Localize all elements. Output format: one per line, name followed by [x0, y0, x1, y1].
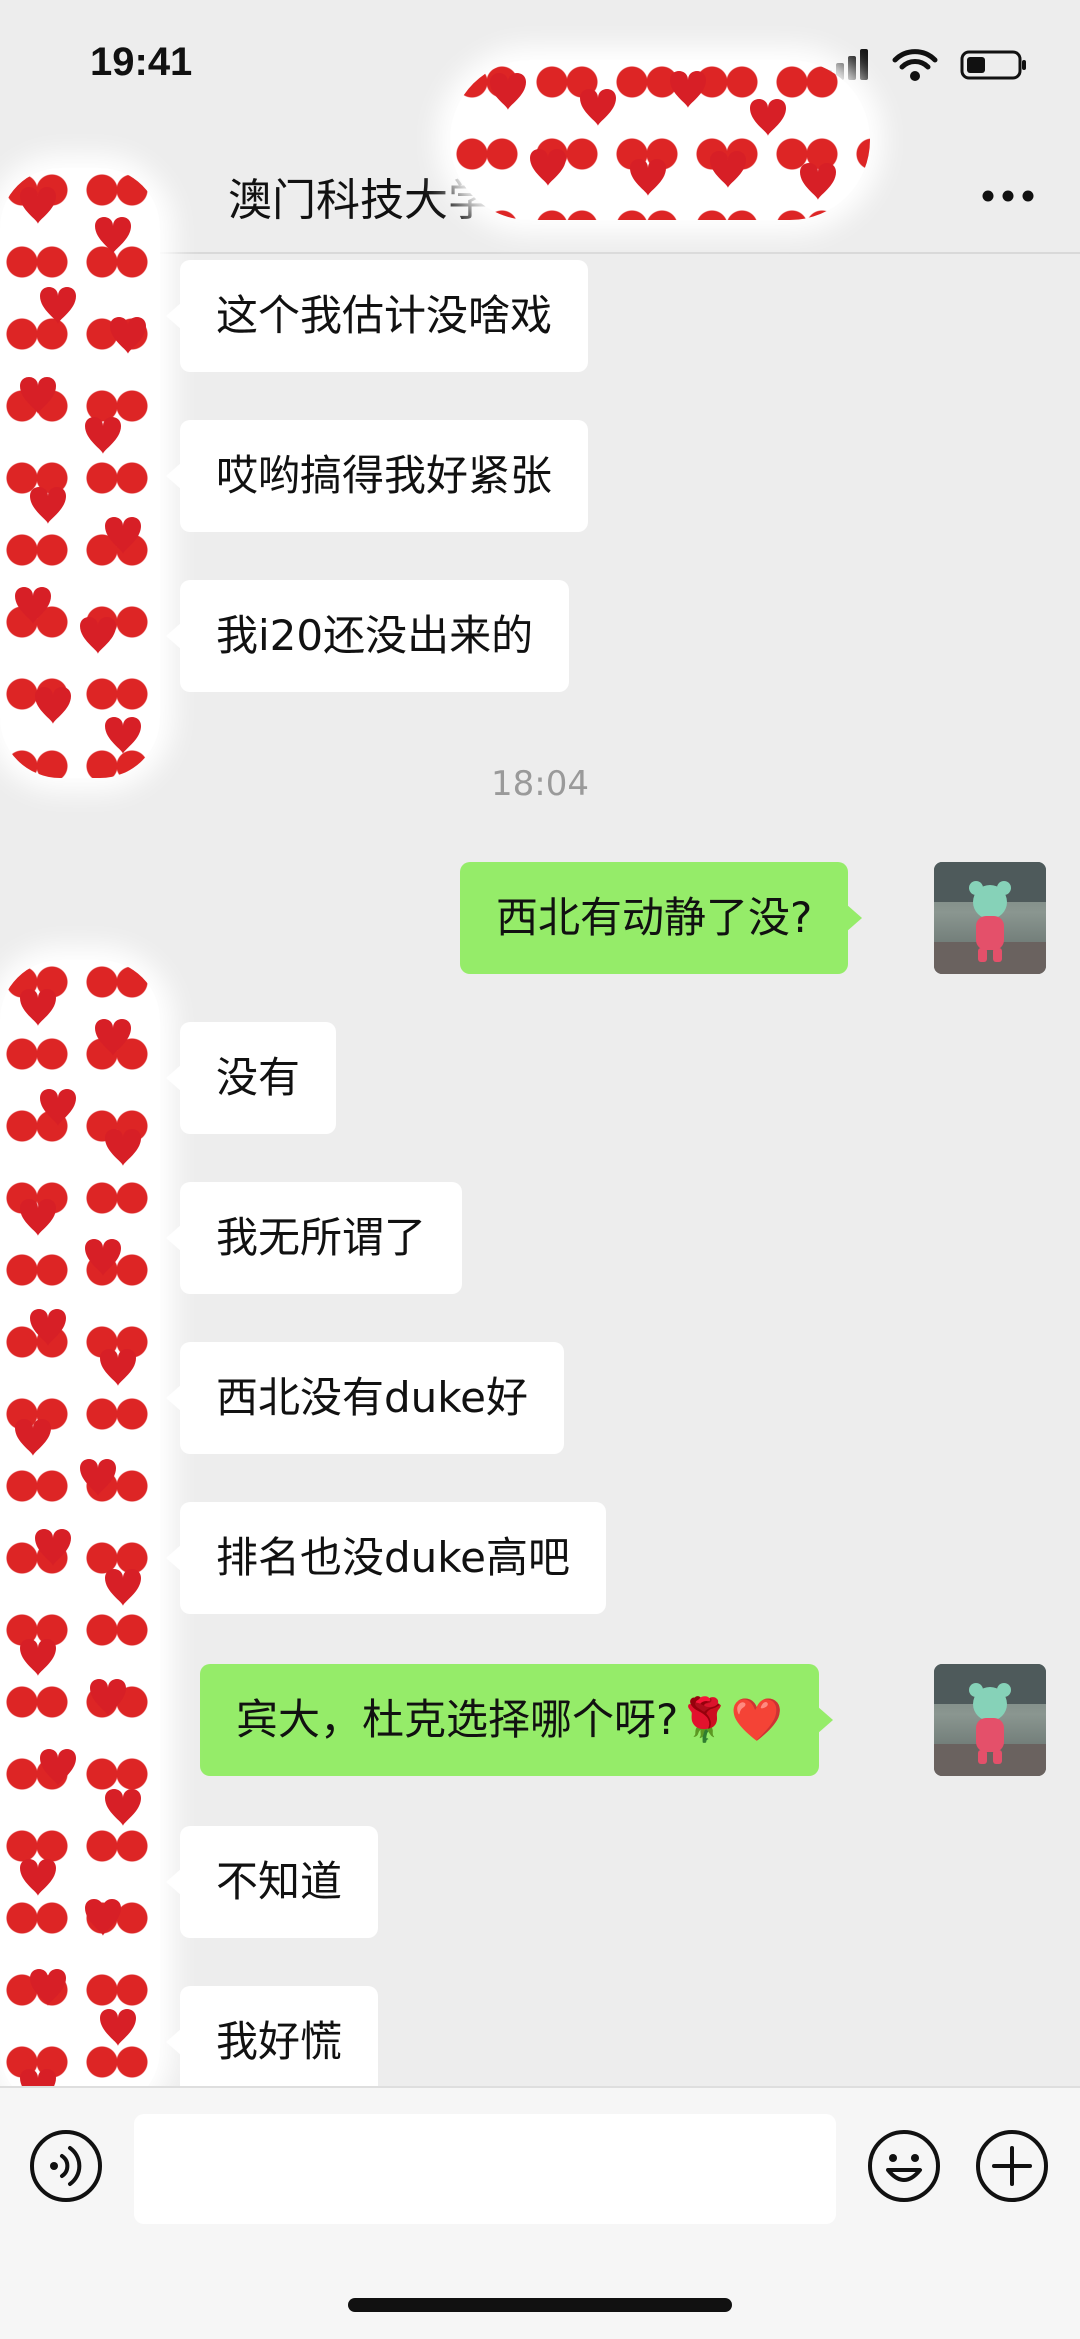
status-time: 19:41 — [90, 40, 193, 84]
message-bubble-incoming[interactable]: 这个我估计没啥戏 — [165, 260, 589, 372]
hearts-cover-blob — [0, 168, 160, 778]
message-bubble-outgoing[interactable]: 西北有动静了没? — [460, 862, 863, 974]
heart-icon — [15, 187, 146, 754]
bear-avatar-image — [934, 1664, 1046, 1776]
message-bubble-incoming[interactable]: 没有 — [165, 1022, 337, 1134]
message-text: 宾大，杜克选择哪个呀? — [236, 1695, 679, 1744]
more-dots-icon[interactable] — [978, 172, 1038, 220]
hearts-cover-blob — [0, 960, 160, 2110]
wifi-icon — [892, 49, 938, 81]
message-text: 我无所谓了 — [216, 1213, 427, 1262]
message-text: 我i20还没出来的 — [216, 611, 534, 660]
chat-title: 澳门科技大学 — [228, 175, 492, 226]
message-text: 这个我估计没啥戏 — [216, 291, 553, 340]
voice-icon[interactable] — [28, 2128, 104, 2204]
message-input[interactable] — [134, 2114, 836, 2224]
message-text: 我好慌 — [216, 2017, 343, 2066]
status-icons — [822, 48, 1028, 82]
rose-heart-emojis: 🌹❤️ — [678, 1695, 783, 1744]
message-bubble-incoming[interactable]: 我无所谓了 — [165, 1182, 463, 1294]
message-text: 西北没有duke好 — [216, 1373, 528, 1422]
home-indicator[interactable] — [348, 2298, 732, 2312]
bear-avatar-icon[interactable] — [934, 862, 1046, 974]
message-bubble-incoming[interactable]: 我i20还没出来的 — [165, 580, 570, 692]
message-bubble-incoming[interactable]: 哎哟搞得我好紧张 — [165, 420, 589, 532]
message-bubble-outgoing[interactable]: 宾大，杜克选择哪个呀?🌹❤️ — [200, 1664, 833, 1776]
message-bubble-incoming[interactable]: 我好慌 — [165, 1986, 379, 2098]
message-text: 不知道 — [216, 1857, 343, 1906]
message-text: 哎哟搞得我好紧张 — [216, 451, 553, 500]
plus-icon[interactable] — [974, 2128, 1050, 2204]
bear-avatar-image — [934, 862, 1046, 974]
message-text: 排名也没duke高吧 — [216, 1533, 570, 1582]
message-timestamp: 18:04 — [491, 764, 589, 804]
message-bubble-incoming[interactable]: 排名也没duke高吧 — [166, 1502, 606, 1614]
chat-area[interactable]: 这个我估计没啥戏 哎哟搞得我好紧张 我i20还没出来的 18:04 西北有动静了… — [0, 254, 1080, 2098]
message-text: 西北有动静了没? — [496, 893, 813, 942]
heart-icon — [15, 989, 141, 2106]
emoji-icon[interactable] — [866, 2128, 942, 2204]
bear-avatar-icon[interactable] — [934, 1664, 1046, 1776]
hearts-cover-blob — [450, 60, 870, 220]
message-bubble-incoming[interactable]: 不知道 — [165, 1826, 379, 1938]
message-text: 没有 — [216, 1053, 301, 1102]
message-bubble-incoming[interactable]: 西北没有duke好 — [166, 1342, 564, 1454]
heart-icon — [490, 71, 836, 200]
battery-icon — [960, 50, 1026, 80]
